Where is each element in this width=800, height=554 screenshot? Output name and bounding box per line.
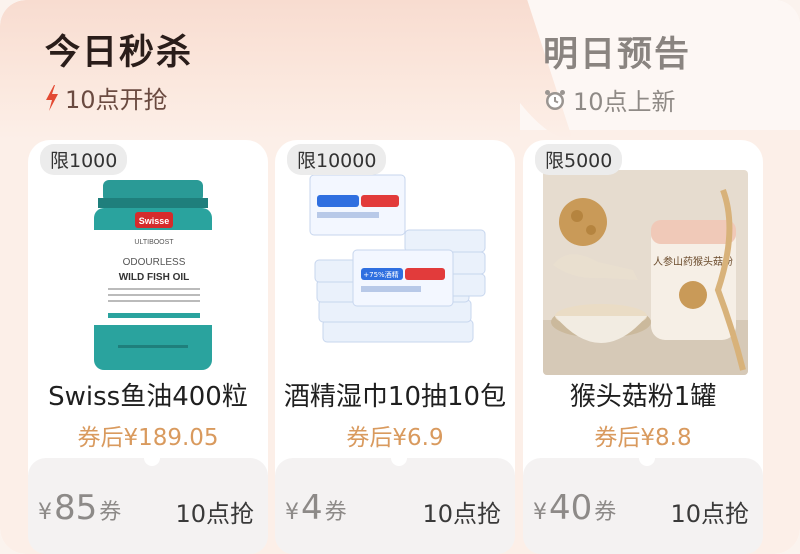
product-image-fish-oil[interactable]: Swisse ULTIBOOST ODOURLESS WILD FISH OIL [48,170,253,375]
coupon-value: 85 [54,488,98,528]
fish-oil-line2: ODOURLESS [123,257,186,268]
coupon-amount: ¥ 40 券 [533,488,616,528]
coupon-value: 40 [549,488,593,528]
coupon-amount: ¥ 4 券 [285,488,347,528]
fish-oil-line1: ULTIBOOST [134,239,174,246]
tab-today-title[interactable]: 今日秒杀 [45,24,193,75]
coupon-currency: ¥ [285,500,299,525]
lightning-icon [46,84,58,111]
coupon-value: 4 [301,488,323,528]
price-after-coupon: 券后¥8.8 [594,425,692,451]
tab-tomorrow-title[interactable]: 明日预告 [543,26,691,77]
product-card[interactable]: 人参山药猴头菇粉 限5000 猴头菇粉1罐 券后¥8.8 ¥ 40 券 10点抢 [523,140,763,554]
coupon-amount: ¥ 85 券 [38,488,121,528]
grab-time-button[interactable]: 10点抢 [175,494,254,529]
coupon-notch [391,450,407,466]
price-after-coupon: 券后¥189.05 [77,425,219,451]
wipes-label: +75%酒精 [363,270,398,279]
grab-time-button[interactable]: 10点抢 [422,494,501,529]
tab-today-subtitle: 10点开抢 [45,80,168,115]
tab-tomorrow-subtitle-text: 10点上新 [573,88,676,116]
grab-time-button[interactable]: 10点抢 [670,494,749,529]
coupon-unit: 券 [594,500,617,525]
coupon-unit: 券 [99,500,122,525]
tab-today-subtitle-text: 10点开抢 [65,86,168,114]
limit-badge: 限5000 [535,144,623,175]
product-card[interactable]: +75%酒精 限10000 酒精湿巾10抽10包 券后¥6.9 ¥ 4 券 10… [275,140,515,554]
coupon-currency: ¥ [38,500,52,525]
product-name[interactable]: Swiss鱼油400粒 [28,376,268,413]
tab-tomorrow-subtitle: 10点上新 [543,82,676,117]
product-name[interactable]: 猴头菇粉1罐 [523,376,763,413]
coupon-notch [144,450,160,466]
price-after-coupon: 券后¥6.9 [346,425,444,451]
product-image-mushroom-powder[interactable]: 人参山药猴头菇粉 [543,170,748,375]
fish-oil-line3: WILD FISH OIL [119,272,190,283]
product-image-wet-wipes[interactable]: +75%酒精 [295,170,500,375]
product-card[interactable]: Swisse ULTIBOOST ODOURLESS WILD FISH OIL… [28,140,268,554]
limit-badge: 限10000 [287,144,387,175]
alarm-clock-icon [545,89,565,110]
product-name[interactable]: 酒精湿巾10抽10包 [275,376,515,413]
coupon-currency: ¥ [533,500,547,525]
coupon-unit: 券 [324,500,347,525]
coupon-bar[interactable]: ¥ 85 券 10点抢 [28,450,268,554]
mushroom-label: 人参山药猴头菇粉 [653,255,733,268]
coupon-notch [639,450,655,466]
coupon-bar[interactable]: ¥ 4 券 10点抢 [275,450,515,554]
coupon-bar[interactable]: ¥ 40 券 10点抢 [523,450,763,554]
limit-badge: 限1000 [40,144,128,175]
flash-sale-panel: 今日秒杀 10点开抢 明日预告 10点上新 Swisse ULTIBOOST O… [0,0,800,554]
fish-oil-brand: Swisse [139,216,170,226]
